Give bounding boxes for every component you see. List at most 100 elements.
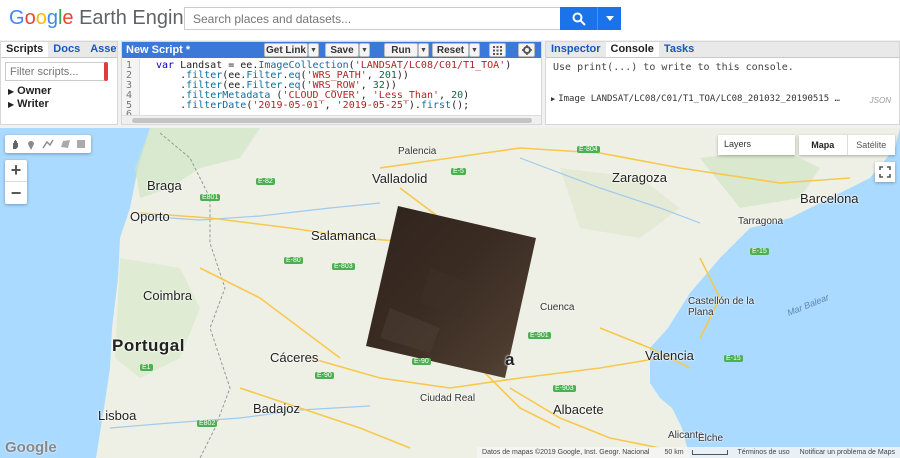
right-tabbar: Inspector Console Tasks xyxy=(546,42,899,58)
map-type-satellite[interactable]: Satélite xyxy=(848,135,896,155)
highway-shield: E-903 xyxy=(553,385,576,392)
highway-shield: E-90 xyxy=(412,358,431,365)
code-editor[interactable]: 1 2 3 4 5 6 var Landsat = ee.ImageCollec… xyxy=(122,59,541,120)
search-icon xyxy=(572,12,586,26)
country-label: Portugal xyxy=(112,336,185,355)
map-attribution: Datos de mapas ©2019 Google, Inst. Geogr… xyxy=(477,447,900,458)
apps-button[interactable] xyxy=(489,43,506,57)
caret-right-icon: ▶ xyxy=(551,95,556,103)
place-label: Albacete xyxy=(553,402,604,417)
script-title: New Script * xyxy=(126,44,191,56)
reset-button[interactable]: Reset xyxy=(432,43,469,57)
place-label: Elche xyxy=(698,433,724,444)
polygon-icon[interactable] xyxy=(60,139,71,149)
highway-shield: E-90 xyxy=(315,372,334,379)
search-button[interactable] xyxy=(560,7,597,30)
highway-shield: E801 xyxy=(200,194,221,201)
highway-shield: E-15 xyxy=(750,248,769,255)
zoom-out-button[interactable]: − xyxy=(5,182,27,204)
search-input[interactable] xyxy=(184,7,560,30)
place-label: Palencia xyxy=(398,146,437,157)
highway-shield: E-5 xyxy=(451,168,466,175)
console-panel: Inspector Console Tasks Use print(...) t… xyxy=(545,41,900,125)
place-label: Cuenca xyxy=(540,302,575,313)
filter-scripts-input[interactable] xyxy=(5,62,105,81)
editor-toolbar: New Script * Get Link ▼ Save ▼ Run ▼ Res… xyxy=(122,42,541,58)
highway-shield: E-82 xyxy=(256,178,275,185)
marker-icon[interactable] xyxy=(26,139,36,150)
place-label: Cáceres xyxy=(270,350,319,365)
fullscreen-icon xyxy=(879,166,891,178)
highway-shield: E-803 xyxy=(332,263,355,270)
scripts-panel: Scripts Docs Assets ▶Owner ▶Writer xyxy=(0,41,118,125)
console-entry-text: Image LANDSAT/LC08/C01/T1_TOA/LC08_20103… xyxy=(558,94,840,104)
search-dropdown-button[interactable] xyxy=(597,7,621,30)
tree-item-writer[interactable]: ▶ Writer xyxy=(8,98,49,110)
run-dropdown[interactable]: ▼ xyxy=(418,43,429,57)
console-hint: Use print(...) to write to this console. xyxy=(553,62,794,73)
highway-shield: E-15 xyxy=(724,355,743,362)
place-label: Ciudad Real xyxy=(420,393,476,404)
polyline-icon[interactable] xyxy=(42,139,54,149)
get-link-dropdown[interactable]: ▼ xyxy=(308,43,319,57)
map-view[interactable]: Palencia Valladolid Braga Oporto Salaman… xyxy=(0,128,900,458)
place-label: Valencia xyxy=(645,348,694,363)
logo-letter: g xyxy=(46,7,58,29)
place-label: Braga xyxy=(147,178,182,193)
place-label: Coimbra xyxy=(143,288,193,303)
logo-text: Earth Engine xyxy=(73,7,195,29)
scale-indicator: 50 km xyxy=(654,449,732,456)
tab-scripts[interactable]: Scripts xyxy=(1,42,49,57)
place-label: Tarragona xyxy=(738,216,784,227)
save-button[interactable]: Save xyxy=(325,43,359,57)
reset-dropdown[interactable]: ▼ xyxy=(469,43,480,57)
get-link-button[interactable]: Get Link xyxy=(264,43,308,57)
place-label: Badajoz xyxy=(253,401,300,416)
place-label: Valladolid xyxy=(372,171,428,186)
place-label: Lisboa xyxy=(98,408,137,423)
tab-docs[interactable]: Docs xyxy=(48,42,86,57)
map-type-map[interactable]: Mapa xyxy=(799,135,848,155)
tab-console[interactable]: Console xyxy=(605,42,659,57)
code-line: .filterDate('2019-05-01', '2019-05-25').… xyxy=(156,100,470,111)
caret-right-icon: ▶ xyxy=(8,87,15,96)
zoom-in-button[interactable]: + xyxy=(5,160,27,182)
tree-item-owner[interactable]: ▶ Owner xyxy=(8,85,51,97)
editor-scrollbar[interactable] xyxy=(122,115,541,124)
scale-label: 50 km xyxy=(664,449,684,456)
fullscreen-button[interactable] xyxy=(875,162,895,182)
logo-letter: o xyxy=(24,7,36,29)
place-label: Oporto xyxy=(130,209,170,224)
editor-panel: New Script * Get Link ▼ Save ▼ Run ▼ Res… xyxy=(121,41,542,125)
tab-tasks[interactable]: Tasks xyxy=(658,42,700,57)
console-entry[interactable]: ▶ Image LANDSAT/LC08/C01/T1_TOA/LC08_2010… xyxy=(551,94,840,104)
map-type-toggle: Mapa Satélite xyxy=(799,135,895,155)
settings-button[interactable] xyxy=(518,43,535,57)
map-data-credit: Datos de mapas ©2019 Google, Inst. Geogr… xyxy=(482,449,650,456)
left-tabbar: Scripts Docs Assets xyxy=(1,42,117,58)
gear-icon xyxy=(521,45,532,55)
save-dropdown[interactable]: ▼ xyxy=(359,43,370,57)
tab-inspector[interactable]: Inspector xyxy=(546,42,606,57)
earth-engine-logo: Google Earth Engine xyxy=(9,7,195,30)
place-label: Zaragoza xyxy=(612,170,667,185)
layers-button[interactable]: Layers xyxy=(718,135,795,155)
logo-letter: o xyxy=(35,7,47,29)
json-button[interactable]: JSON xyxy=(870,96,891,105)
tree-item-label: Writer xyxy=(17,98,49,110)
caret-right-icon: ▶ xyxy=(8,100,15,109)
rectangle-icon[interactable] xyxy=(76,139,86,149)
highway-shield: E-901 xyxy=(528,332,551,339)
hand-icon[interactable] xyxy=(10,139,21,150)
scrollbar-thumb[interactable] xyxy=(132,118,532,123)
report-problem-link[interactable]: Notificar un problema de Maps xyxy=(795,449,900,456)
logo-letter: e xyxy=(62,7,74,29)
place-label: a xyxy=(505,350,515,369)
terms-link[interactable]: Términos de uso xyxy=(733,449,795,456)
highway-shield: E802 xyxy=(197,420,218,427)
logo-letter: G xyxy=(9,7,25,29)
highway-shield: E-804 xyxy=(577,146,600,153)
filter-indicator xyxy=(104,62,108,81)
tab-assets[interactable]: Assets xyxy=(85,42,117,57)
run-button[interactable]: Run xyxy=(384,43,418,57)
